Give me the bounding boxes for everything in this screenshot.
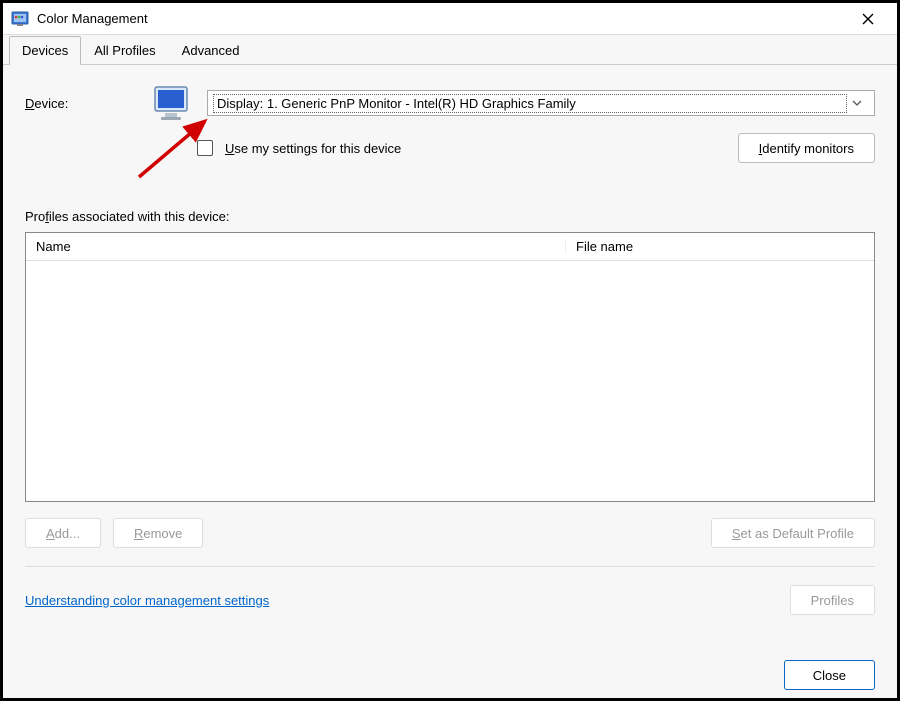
close-button[interactable]: Close bbox=[784, 660, 875, 690]
profiles-list[interactable]: Name File name bbox=[25, 232, 875, 502]
monitor-icon bbox=[151, 83, 191, 123]
device-dropdown[interactable]: Display: 1. Generic PnP Monitor - Intel(… bbox=[207, 90, 875, 116]
remove-button[interactable]: Remove bbox=[113, 518, 203, 548]
tab-devices[interactable]: Devices bbox=[9, 36, 81, 65]
help-link[interactable]: Understanding color management settings bbox=[25, 593, 269, 608]
identify-monitors-button[interactable]: Identify monitors bbox=[738, 133, 875, 163]
use-my-settings-label: Use my settings for this device bbox=[225, 141, 401, 156]
separator bbox=[25, 566, 875, 567]
use-my-settings-checkbox[interactable] bbox=[197, 140, 213, 156]
column-header-name[interactable]: Name bbox=[26, 239, 566, 254]
titlebar: Color Management bbox=[3, 3, 897, 35]
set-default-profile-button[interactable]: Set as Default Profile bbox=[711, 518, 875, 548]
close-window-button[interactable] bbox=[847, 3, 889, 34]
column-header-filename[interactable]: File name bbox=[566, 239, 874, 254]
tab-all-profiles[interactable]: All Profiles bbox=[81, 36, 168, 65]
chevron-down-icon bbox=[846, 100, 868, 106]
profiles-list-body bbox=[26, 261, 874, 501]
window-title: Color Management bbox=[37, 11, 847, 26]
color-management-icon bbox=[11, 10, 29, 28]
tab-strip: Devices All Profiles Advanced bbox=[3, 35, 897, 65]
close-icon bbox=[862, 13, 874, 25]
profiles-list-header: Name File name bbox=[26, 233, 874, 261]
profiles-button[interactable]: Profiles bbox=[790, 585, 875, 615]
tab-advanced[interactable]: Advanced bbox=[169, 36, 253, 65]
profiles-associated-label: Profiles associated with this device: bbox=[25, 209, 875, 224]
device-label: Device: bbox=[25, 96, 115, 111]
add-button[interactable]: Add... bbox=[25, 518, 101, 548]
device-dropdown-value: Display: 1. Generic PnP Monitor - Intel(… bbox=[214, 95, 846, 112]
